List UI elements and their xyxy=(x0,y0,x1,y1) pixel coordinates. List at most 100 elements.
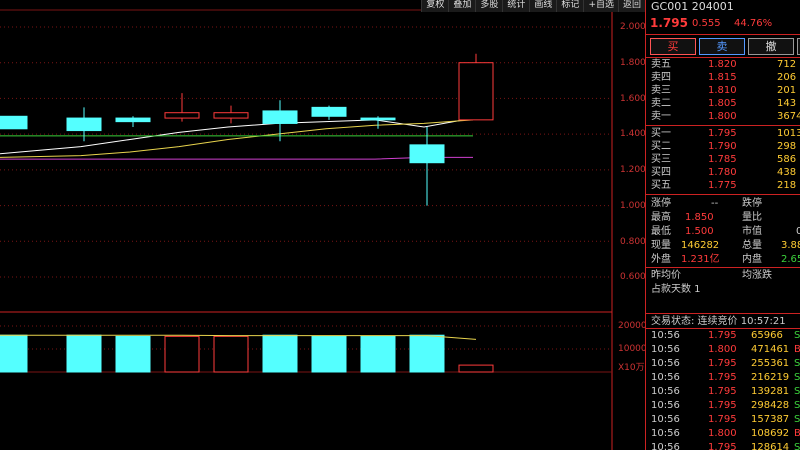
price-tick-label: 1.400 xyxy=(620,129,646,139)
restore-rights-button[interactable]: 复权 xyxy=(421,0,449,12)
tick-price: 1.795 xyxy=(708,330,737,341)
stat-label: 内盘 xyxy=(742,254,762,265)
level-volume: 218 xyxy=(777,180,797,191)
tick-volume: 216219 xyxy=(751,372,790,383)
level-label: 买五 xyxy=(651,180,671,191)
add-watchlist-button[interactable]: +自选 xyxy=(583,0,618,12)
stat-label: 最高 xyxy=(651,212,671,223)
level-label: 卖五 xyxy=(651,59,671,70)
level-label: 买一 xyxy=(651,128,671,139)
stats-row: 最低 1.500 市值 0 xyxy=(651,225,800,238)
tick-volume: 108692 xyxy=(751,428,790,439)
level-volume: 586 xyxy=(777,154,797,165)
tick-volume: 298428 xyxy=(751,400,790,411)
bid-row: 买四 1.780 438 xyxy=(651,167,800,179)
level-label: 买四 xyxy=(651,167,671,178)
volume-bar xyxy=(262,334,298,373)
moving-average-line xyxy=(0,156,473,160)
stat-value: 1.500 xyxy=(685,226,714,237)
tick-row: 10:56 1.795 139281 S xyxy=(651,385,800,399)
tick-time: 10:56 xyxy=(651,428,680,439)
tick-volume: 139281 xyxy=(751,386,790,397)
tick-row: 10:56 1.795 298428 S xyxy=(651,399,800,413)
volume-bar xyxy=(360,335,396,373)
tick-side: S xyxy=(794,400,800,411)
sell-button[interactable]: 卖 xyxy=(699,38,745,55)
tick-side: S xyxy=(794,386,800,397)
stat-label: 外盘 xyxy=(651,254,671,265)
price-tick-label: 1.600 xyxy=(620,94,646,104)
last-price: 1.795 xyxy=(650,16,688,30)
stat-label: 涨停 xyxy=(651,198,671,209)
tick-volume: 157387 xyxy=(751,414,790,425)
chart-toolbar: 复权 叠加 多股 统计 画线 标记 +自选 返回 xyxy=(421,0,645,12)
level-price: 1.805 xyxy=(708,98,737,109)
candle-body xyxy=(458,62,494,121)
volume-tick-label: 10000 xyxy=(618,344,647,354)
price-tick-label: 0.800 xyxy=(620,237,646,247)
volume-bar xyxy=(213,335,249,373)
level-price: 1.780 xyxy=(708,167,737,178)
bid-row: 买二 1.790 298 xyxy=(651,141,800,153)
level-label: 买二 xyxy=(651,141,671,152)
level-price: 1.795 xyxy=(708,128,737,139)
tick-side: S xyxy=(794,372,800,383)
stat-value: 146282 xyxy=(681,240,720,251)
bid-row: 买三 1.785 586 xyxy=(651,154,800,166)
divider xyxy=(646,194,800,195)
tick-row: 10:56 1.795 157387 S xyxy=(651,413,800,427)
security-title: GC001 204001 xyxy=(651,0,734,13)
price-tick-label: 1.200 xyxy=(620,165,646,175)
candle-body xyxy=(164,112,200,119)
stat-label: 跌停 xyxy=(742,198,762,209)
volume-bar xyxy=(311,335,347,373)
tick-volume: 128614 xyxy=(751,442,790,450)
draw-line-button[interactable]: 画线 xyxy=(529,0,557,12)
price-change-pct: 44.76% xyxy=(734,18,773,29)
candle-body xyxy=(66,117,102,132)
level-volume: 201 xyxy=(777,85,797,96)
ask-row: 卖三 1.810 201 xyxy=(651,85,800,97)
divider xyxy=(646,267,800,268)
ask-row: 卖二 1.805 143 xyxy=(651,98,800,110)
cancel-order-button[interactable]: 撤 xyxy=(748,38,794,55)
level-label: 买三 xyxy=(651,154,671,165)
divider xyxy=(646,34,800,35)
candle-body xyxy=(213,112,249,119)
stat-value: -- xyxy=(711,198,719,209)
tick-row: 10:56 1.800 108692 B xyxy=(651,427,800,441)
level-volume: 712 xyxy=(777,59,797,70)
tick-side: S xyxy=(794,358,800,369)
kline-chart-area[interactable]: 2.000 1.800 1.600 1.400 1.200 1.000 0.80… xyxy=(0,0,647,450)
stats-row: 外盘 1.231亿 内盘 2.65 xyxy=(651,253,800,266)
level-label: 卖三 xyxy=(651,85,671,96)
volume-bar xyxy=(409,334,445,373)
extra-row: 昨均价 均涨跌 xyxy=(651,269,800,282)
volume-tick-label: 20000 xyxy=(618,321,647,331)
back-button[interactable]: 返回 xyxy=(617,0,645,12)
funding-days-label: 占款天数 1 xyxy=(651,284,701,295)
buy-button[interactable]: 买 xyxy=(650,38,696,55)
tick-row: 10:56 1.800 471461 B xyxy=(651,343,800,357)
divider xyxy=(646,313,800,314)
statistics-button[interactable]: 统计 xyxy=(502,0,530,12)
volume-bar xyxy=(164,335,200,373)
level-price: 1.820 xyxy=(708,59,737,70)
stat-value: 0 xyxy=(796,225,800,238)
multi-stock-button[interactable]: 多股 xyxy=(475,0,503,12)
tick-row: 10:56 1.795 255361 S xyxy=(651,357,800,371)
overlay-button[interactable]: 叠加 xyxy=(448,0,476,12)
tick-row: 10:56 1.795 128614 S xyxy=(651,441,800,450)
tick-price: 1.795 xyxy=(708,442,737,450)
tick-time: 10:56 xyxy=(651,330,680,341)
mark-button[interactable]: 标记 xyxy=(556,0,584,12)
tick-time: 10:56 xyxy=(651,400,680,411)
stat-value: 1.850 xyxy=(685,212,714,223)
price-tick-label: 2.000 xyxy=(620,22,646,32)
candle-body xyxy=(360,117,396,121)
stat-label: 量比 xyxy=(742,212,762,223)
candle-body xyxy=(0,115,28,130)
stats-row: 涨停 -- 跌停 xyxy=(651,197,800,210)
stats-row: 最高 1.850 量比 xyxy=(651,211,800,224)
stat-value: 1.231亿 xyxy=(681,254,720,265)
